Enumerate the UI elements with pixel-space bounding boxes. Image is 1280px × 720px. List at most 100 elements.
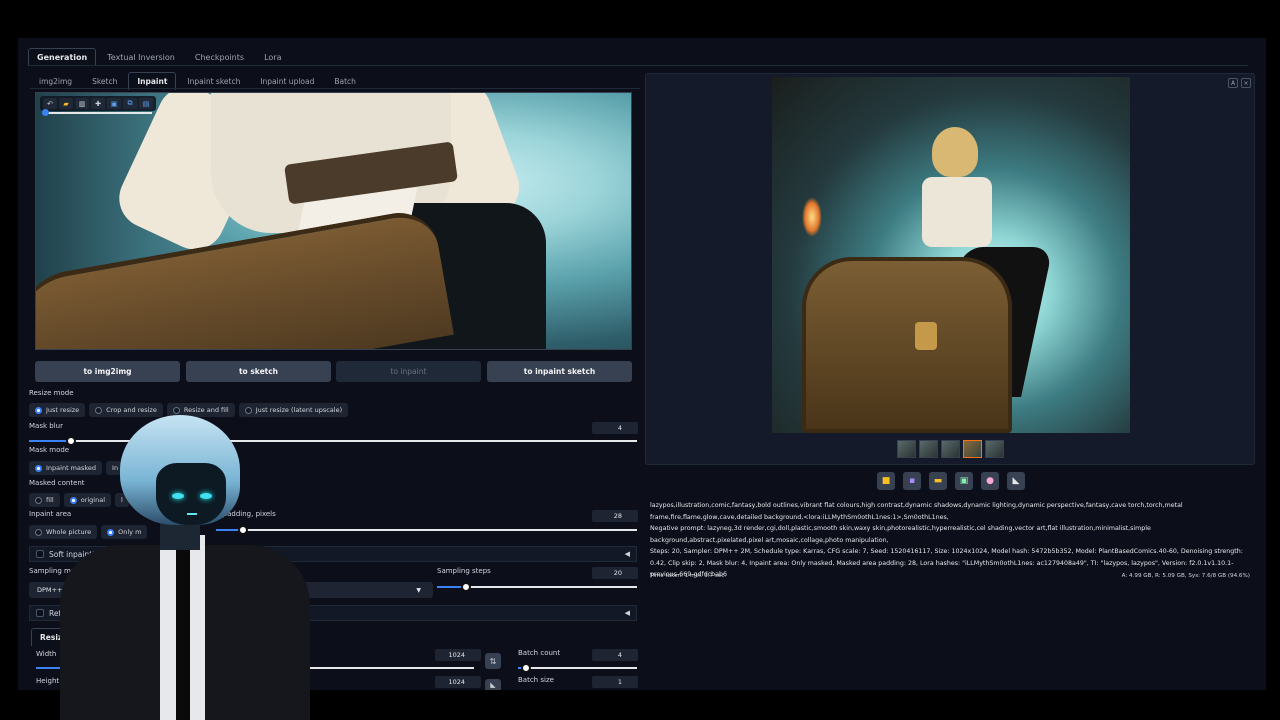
chevron-down-icon: ▼ bbox=[416, 586, 421, 594]
zip-icon[interactable]: ▬ bbox=[929, 472, 947, 490]
radio-inpaint-not-masked[interactable]: In bbox=[106, 461, 125, 475]
collapse-arrow-icon[interactable]: ◀ bbox=[625, 609, 630, 617]
radio-latent-noise[interactable]: l bbox=[115, 493, 129, 507]
gallery-thumbnail[interactable] bbox=[897, 440, 916, 458]
canvas-toolbar: ↶ ▰ ▥ ✚ ▣ ⧉ ▤ bbox=[40, 96, 156, 111]
tab-textual-inversion[interactable]: Textual Inversion bbox=[98, 48, 184, 66]
width-input[interactable]: 1024 bbox=[435, 649, 481, 661]
time-taken: Time taken: 1 min. 3.7 sec. bbox=[650, 573, 727, 579]
send-to-inpaint-sketch-button[interactable]: to inpaint sketch bbox=[487, 361, 632, 382]
main-tabs: Generation Textual Inversion Checkpoints… bbox=[28, 48, 290, 66]
tab-lora[interactable]: Lora bbox=[255, 48, 290, 66]
send-to-sketch-button[interactable]: to sketch bbox=[186, 361, 331, 382]
gallery-thumbnail[interactable] bbox=[919, 440, 938, 458]
soft-inpainting-checkbox[interactable] bbox=[36, 550, 44, 558]
batch-count-input[interactable]: 4 bbox=[592, 649, 638, 661]
negative-prompt: Negative prompt: lazyneg,3d render,cgi,d… bbox=[650, 525, 1151, 544]
gallery-thumbnail[interactable] bbox=[985, 440, 1004, 458]
brush-icon[interactable]: ✚ bbox=[91, 98, 105, 109]
copy-icon[interactable]: ⧉ bbox=[123, 98, 137, 109]
collapse-arrow-icon[interactable]: ◀ bbox=[625, 550, 630, 558]
width-label: Width bbox=[36, 650, 57, 658]
top-black-bar bbox=[0, 0, 1280, 36]
radio-fill[interactable]: fill bbox=[29, 493, 60, 507]
send-to-inpaint-button[interactable]: to inpaint bbox=[336, 361, 481, 382]
folder-icon[interactable]: ■ bbox=[877, 472, 895, 490]
bottom-black-bar bbox=[0, 690, 1280, 720]
tab-generation[interactable]: Generation bbox=[28, 48, 97, 66]
batch-size-input[interactable]: 1 bbox=[592, 676, 638, 688]
swap-dimensions-icon[interactable]: ⇅ bbox=[485, 653, 501, 669]
slider-knob[interactable] bbox=[42, 109, 49, 116]
tab-resize-to[interactable]: Resize to bbox=[31, 628, 88, 646]
width-slider[interactable] bbox=[36, 667, 474, 669]
subtab-divider bbox=[30, 88, 640, 89]
batch-count-label: Batch count bbox=[518, 649, 561, 657]
tool-icon[interactable]: ▤ bbox=[139, 98, 153, 109]
radio-latent-nothing[interactable]: g bbox=[202, 493, 219, 507]
refiner-section[interactable]: Refiner ◀ bbox=[29, 605, 637, 621]
output-toolbar: ■ ▪ ▬ ▣ ● ◣ bbox=[877, 472, 1025, 490]
character-body bbox=[922, 177, 992, 247]
send-inpaint-icon[interactable]: ● bbox=[981, 472, 999, 490]
radio-label: Inpaint masked bbox=[46, 464, 97, 472]
sampling-steps-input[interactable]: 20 bbox=[592, 567, 638, 579]
radio-inpaint-masked[interactable]: Inpaint masked bbox=[29, 461, 103, 475]
tab-checkpoints[interactable]: Checkpoints bbox=[186, 48, 253, 66]
radio-resize-and-fill[interactable]: Resize and fill bbox=[166, 403, 235, 417]
gallery-thumbnail[interactable] bbox=[941, 440, 960, 458]
radio-just-resize[interactable]: Just resize bbox=[29, 403, 86, 417]
radio-whole-picture[interactable]: Whole picture bbox=[29, 525, 98, 539]
inpaint-canvas[interactable] bbox=[35, 92, 632, 350]
sampling-steps-label: Sampling steps bbox=[437, 567, 491, 575]
trash-icon[interactable]: ▥ bbox=[75, 98, 89, 109]
sampling-steps-slider[interactable] bbox=[437, 582, 637, 592]
slider-fill bbox=[29, 440, 71, 442]
radio-label: l bbox=[121, 496, 123, 504]
radio-latent-upscale[interactable]: Just resize (latent upscale) bbox=[238, 403, 349, 417]
image-icon[interactable]: ▣ bbox=[107, 98, 121, 109]
chest-lock bbox=[915, 322, 937, 350]
soft-inpainting-section[interactable]: Soft inpainting ◀ bbox=[29, 546, 637, 562]
treasure-chest bbox=[802, 257, 1012, 433]
radio-dot bbox=[35, 528, 42, 536]
undo-icon[interactable]: ↶ bbox=[43, 98, 57, 109]
folder-icon[interactable]: ▰ bbox=[59, 98, 73, 109]
masked-padding-input[interactable]: 28 bbox=[592, 510, 638, 522]
height-input[interactable]: 1024 bbox=[435, 676, 481, 688]
radio-crop-and-resize[interactable]: Crop and resize bbox=[89, 403, 163, 417]
gallery-thumbnail-selected[interactable] bbox=[963, 440, 982, 458]
radio-only-masked[interactable]: Only m bbox=[101, 525, 148, 539]
gallery-controls: A × bbox=[1228, 78, 1251, 88]
save-icon[interactable]: ▪ bbox=[903, 472, 921, 490]
resize-mode-radio-group: Just resize Crop and resize Resize and f… bbox=[29, 403, 349, 417]
send-extras-icon[interactable]: ◣ bbox=[1007, 472, 1025, 490]
radio-original[interactable]: original bbox=[63, 493, 112, 507]
send-img2img-icon[interactable]: ▣ bbox=[955, 472, 973, 490]
close-icon[interactable]: × bbox=[1241, 78, 1251, 88]
refiner-checkbox[interactable] bbox=[36, 609, 44, 617]
masked-padding-slider[interactable] bbox=[216, 525, 637, 535]
auto-size-icon[interactable]: ◣ bbox=[485, 679, 501, 690]
radio-label: fill bbox=[46, 496, 54, 504]
mask-blur-label: Mask blur bbox=[29, 422, 63, 430]
mask-blur-input[interactable]: 4 bbox=[592, 422, 638, 434]
sampling-method-dropdown[interactable]: DPM++ 2M ▼ bbox=[29, 582, 433, 598]
radio-label: Only m bbox=[118, 528, 142, 536]
output-image[interactable] bbox=[772, 77, 1130, 433]
radio-dot bbox=[35, 464, 42, 472]
slider-knob[interactable] bbox=[238, 525, 248, 535]
brush-size-slider[interactable] bbox=[42, 109, 152, 116]
slider-knob[interactable] bbox=[521, 663, 531, 673]
gallery-download-icon[interactable]: A bbox=[1228, 78, 1238, 88]
tab-divider bbox=[28, 65, 1248, 66]
slider-knob[interactable] bbox=[461, 582, 471, 592]
slider-knob[interactable] bbox=[66, 436, 76, 446]
dropdown-value: DPM++ 2M bbox=[37, 586, 75, 594]
mask-blur-slider[interactable] bbox=[29, 436, 637, 446]
batch-count-slider[interactable] bbox=[518, 663, 637, 673]
radio-label: Whole picture bbox=[46, 528, 92, 536]
radio-label: original bbox=[80, 496, 106, 504]
send-to-img2img-button[interactable]: to img2img bbox=[35, 361, 180, 382]
section-title: Soft inpainting bbox=[49, 549, 104, 559]
